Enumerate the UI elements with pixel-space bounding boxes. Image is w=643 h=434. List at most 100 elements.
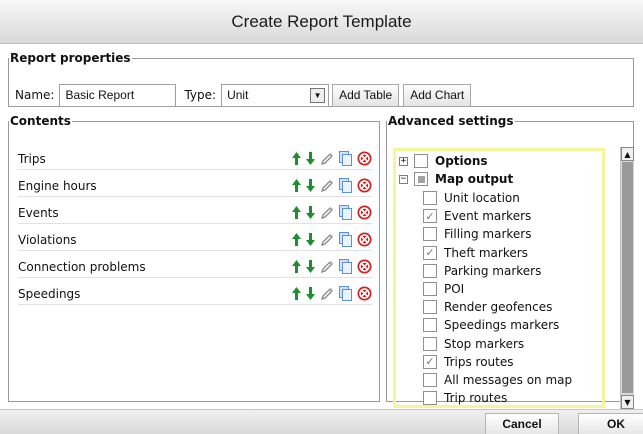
checkbox[interactable] (423, 336, 437, 351)
map-output-item[interactable]: Trip routes (423, 389, 507, 407)
dialog-footer: Cancel OK (0, 409, 643, 434)
move-down-icon[interactable] (306, 152, 315, 165)
checkbox[interactable] (423, 282, 437, 296)
type-label: Type: (184, 88, 217, 102)
move-down-icon[interactable] (306, 287, 315, 300)
type-select[interactable]: Unit ▼ (221, 83, 330, 107)
dialog-titlebar: Create Report Template (0, 0, 643, 44)
checkbox[interactable] (423, 318, 437, 333)
delete-icon[interactable] (357, 286, 372, 301)
list-item[interactable]: Connection problems (18, 256, 372, 278)
map-output-item-label: All messages on map (444, 373, 573, 387)
row-actions (292, 205, 372, 220)
map-output-item-label: Unit location (444, 191, 520, 205)
map-output-item-label: Render geofences (444, 300, 553, 315)
move-down-icon[interactable] (306, 233, 315, 246)
copy-icon[interactable] (339, 178, 352, 193)
copy-icon[interactable] (339, 232, 352, 247)
contents-legend: Contents (10, 114, 71, 128)
map-output-item-label: POI (444, 282, 465, 296)
delete-icon[interactable] (357, 232, 372, 247)
tree-node-map-output[interactable]: − Map output (399, 170, 513, 188)
move-up-icon[interactable] (292, 260, 301, 273)
scroll-up-icon[interactable]: ▲ (621, 147, 634, 161)
map-output-item[interactable]: Parking markers (423, 262, 541, 280)
scroll-down-icon[interactable]: ▼ (621, 395, 634, 409)
copy-icon[interactable] (339, 286, 352, 301)
map-output-item[interactable]: POI (423, 280, 464, 298)
tree-node-options[interactable]: + Options (399, 152, 488, 170)
list-item-label: Engine hours (18, 178, 97, 193)
checkbox[interactable]: ✓ (423, 354, 437, 369)
checkbox[interactable] (423, 263, 437, 278)
copy-icon[interactable] (339, 205, 352, 220)
chevron-down-icon[interactable]: ▼ (310, 87, 326, 103)
map-output-item[interactable]: Speedings markers (423, 316, 559, 334)
report-properties-row: Name: Basic Report Type: Unit ▼ Add Tabl… (15, 83, 472, 107)
dialog-title: Create Report Template (231, 11, 412, 31)
delete-icon[interactable] (357, 205, 372, 220)
move-up-icon[interactable] (292, 179, 301, 192)
edit-icon[interactable] (320, 260, 334, 274)
move-down-icon[interactable] (306, 179, 315, 192)
map-output-item[interactable]: ✓ Theft markers (423, 244, 528, 262)
vertical-scrollbar[interactable]: ▲ ▼ (620, 147, 634, 409)
add-chart-button[interactable]: Add Chart (403, 83, 472, 107)
map-output-item[interactable]: ✓ Trips routes (423, 353, 513, 371)
move-up-icon[interactable] (292, 206, 301, 219)
copy-icon[interactable] (339, 259, 352, 274)
map-output-checkbox[interactable] (414, 172, 428, 186)
add-table-button[interactable]: Add Table (332, 83, 400, 107)
list-item-label: Events (18, 205, 59, 220)
name-input[interactable]: Basic Report (59, 83, 177, 107)
checkbox[interactable] (423, 373, 437, 387)
map-output-item[interactable]: Stop markers (423, 335, 524, 353)
edit-icon[interactable] (320, 206, 334, 220)
report-properties-legend: Report properties (10, 51, 131, 65)
move-up-icon[interactable] (292, 233, 301, 246)
row-actions (292, 178, 372, 193)
list-item-label: Connection problems (18, 259, 146, 274)
map-output-item[interactable]: Unit location (423, 189, 520, 207)
list-item[interactable]: Speedings (18, 283, 372, 305)
list-item[interactable]: Violations (18, 229, 372, 251)
move-down-icon[interactable] (306, 206, 315, 219)
map-output-item[interactable]: ✓ Event markers (423, 207, 531, 225)
map-output-item[interactable]: Filling markers (423, 225, 531, 243)
edit-icon[interactable] (320, 287, 334, 301)
collapse-icon[interactable]: − (399, 174, 408, 184)
checkbox[interactable] (423, 191, 437, 205)
move-down-icon[interactable] (306, 260, 315, 273)
cancel-button[interactable]: Cancel (485, 413, 559, 434)
report-properties-group: Report properties Name: Basic Report Typ… (8, 51, 634, 107)
copy-icon[interactable] (339, 151, 352, 166)
delete-icon[interactable] (357, 178, 372, 193)
list-item-label: Trips (18, 151, 46, 166)
checkbox[interactable]: ✓ (423, 245, 437, 260)
checkbox[interactable]: ✓ (423, 209, 437, 224)
name-label: Name: (15, 88, 55, 102)
edit-icon[interactable] (320, 152, 334, 166)
options-label: Options (435, 154, 488, 168)
move-up-icon[interactable] (292, 152, 301, 165)
list-item[interactable]: Events (18, 202, 372, 224)
map-output-item-label: Trips routes (444, 354, 514, 369)
map-output-item-label: Trip routes (444, 391, 508, 406)
checkbox[interactable] (423, 300, 437, 315)
delete-icon[interactable] (357, 259, 372, 274)
checkbox[interactable] (423, 391, 437, 406)
scrollbar-thumb[interactable] (622, 162, 633, 393)
expand-icon[interactable]: + (399, 156, 408, 166)
move-up-icon[interactable] (292, 287, 301, 300)
map-output-item[interactable]: All messages on map (423, 371, 572, 389)
map-output-item[interactable]: Render geofences (423, 298, 552, 316)
edit-icon[interactable] (320, 179, 334, 193)
list-item[interactable]: Engine hours (18, 175, 372, 197)
list-item[interactable]: Trips (18, 148, 372, 170)
checkbox[interactable] (423, 227, 437, 242)
options-checkbox[interactable] (414, 154, 428, 168)
delete-icon[interactable] (357, 151, 372, 166)
edit-icon[interactable] (320, 233, 334, 247)
ok-button[interactable]: OK (578, 413, 643, 434)
row-actions (292, 259, 372, 274)
